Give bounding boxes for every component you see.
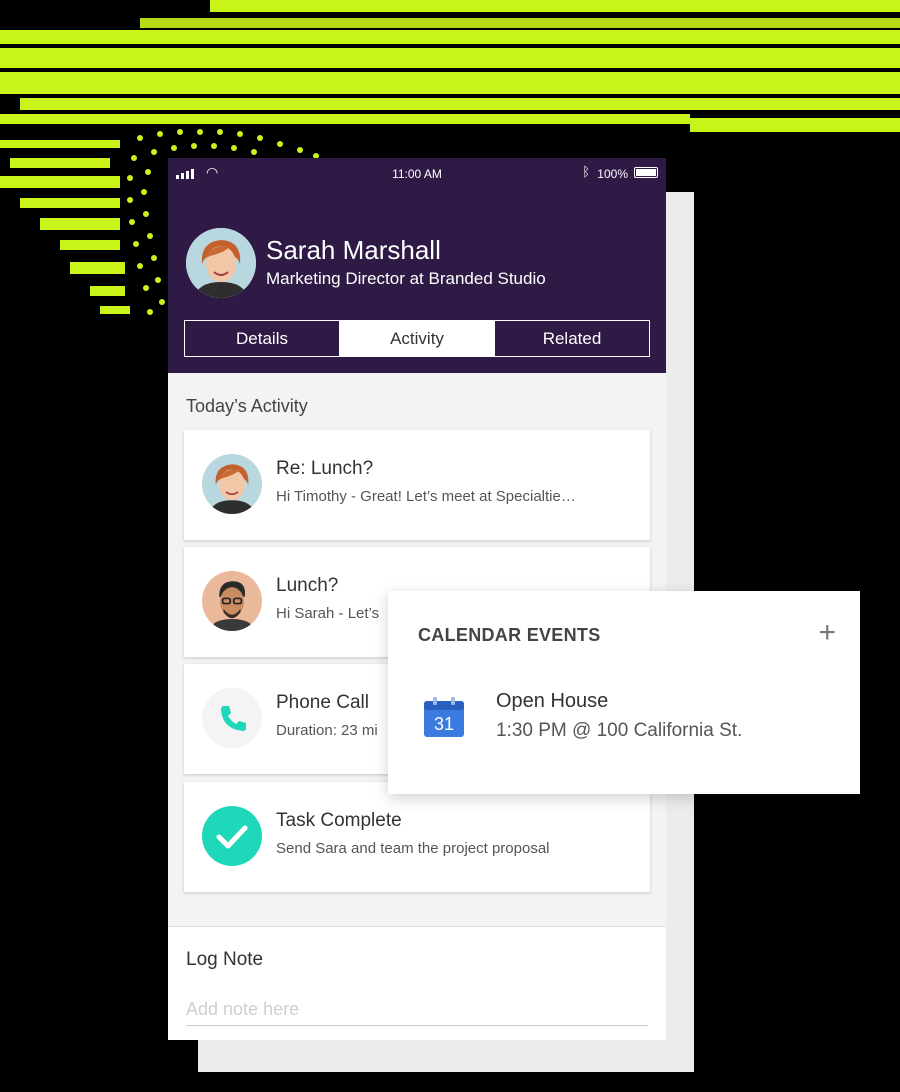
- sender-avatar-sarah: [202, 454, 262, 514]
- event-title[interactable]: Open House: [496, 690, 608, 713]
- calendar-title: CALENDAR EVENTS: [418, 625, 601, 645]
- activity-title: Re: Lunch?: [276, 458, 374, 479]
- activity-subtitle: Hi Sarah - Let’s: [276, 605, 380, 622]
- tab-details[interactable]: Details: [185, 321, 340, 356]
- contact-avatar: [186, 228, 256, 298]
- event-details: 1:30 PM @ 100 California St.: [496, 720, 743, 741]
- activity-title: Phone Call: [276, 692, 369, 713]
- contact-header: ◠ 11:00 AM ᛒ 100% Sarah Marshall Marketi…: [168, 158, 666, 373]
- bluetooth-icon: ᛒ: [582, 164, 590, 179]
- status-time: 11:00 AM: [392, 167, 442, 181]
- contact-title: Marketing Director at Branded Studio: [266, 269, 546, 288]
- phone-icon: [202, 688, 262, 748]
- section-title-activity: Today’s Activity: [186, 396, 308, 416]
- log-note-section: Log Note: [168, 926, 666, 1040]
- note-input[interactable]: [186, 993, 648, 1026]
- calendar-events-popup: CALENDAR EVENTS + 31 Open House 1:30 PM …: [388, 591, 860, 794]
- battery-percent: 100%: [597, 167, 628, 181]
- check-icon: [202, 806, 262, 866]
- sender-avatar-man: [202, 571, 262, 631]
- activity-subtitle: Duration: 23 mi: [276, 722, 378, 739]
- status-bar: ◠ 11:00 AM ᛒ 100%: [168, 158, 666, 188]
- contact-tabs: Details Activity Related: [184, 320, 650, 357]
- activity-title: Task Complete: [276, 810, 402, 831]
- tab-activity[interactable]: Activity: [340, 321, 495, 356]
- activity-subtitle: Hi Timothy - Great! Let’s meet at Specia…: [276, 488, 576, 505]
- activity-card-email-reply[interactable]: Re: Lunch? Hi Timothy - Great! Let’s mee…: [184, 430, 650, 540]
- contact-name: Sarah Marshall: [266, 235, 441, 265]
- google-calendar-icon: 31: [424, 697, 464, 737]
- activity-title: Lunch?: [276, 575, 339, 596]
- activity-subtitle: Send Sara and team the project proposal: [276, 840, 550, 857]
- battery-icon: [634, 167, 658, 178]
- tab-related[interactable]: Related: [495, 321, 649, 356]
- activity-card-task[interactable]: Task Complete Send Sara and team the pro…: [184, 782, 650, 892]
- log-note-title: Log Note: [186, 949, 264, 970]
- plus-icon[interactable]: +: [818, 618, 836, 648]
- calendar-day: 31: [434, 714, 454, 734]
